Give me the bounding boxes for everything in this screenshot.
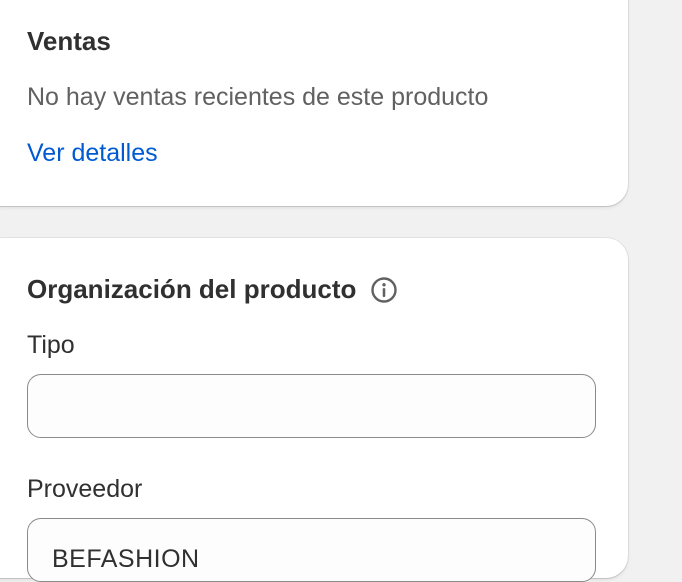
- sales-empty-message: No hay ventas recientes de este producto: [27, 83, 489, 111]
- vendor-label: Proveedor: [27, 475, 143, 503]
- sales-title: Ventas: [27, 26, 111, 56]
- type-input[interactable]: [27, 374, 596, 438]
- sales-card: Ventas No hay ventas recientes de este p…: [0, 0, 628, 206]
- organization-header: Organización del producto: [27, 274, 398, 305]
- info-circle-icon[interactable]: [370, 276, 398, 304]
- organization-title: Organización del producto: [27, 274, 357, 304]
- product-organization-card: Organización del producto Tipo Proveedor: [0, 238, 628, 582]
- vendor-input[interactable]: [27, 518, 596, 582]
- type-label: Tipo: [27, 331, 75, 359]
- view-details-link[interactable]: Ver detalles: [27, 139, 158, 168]
